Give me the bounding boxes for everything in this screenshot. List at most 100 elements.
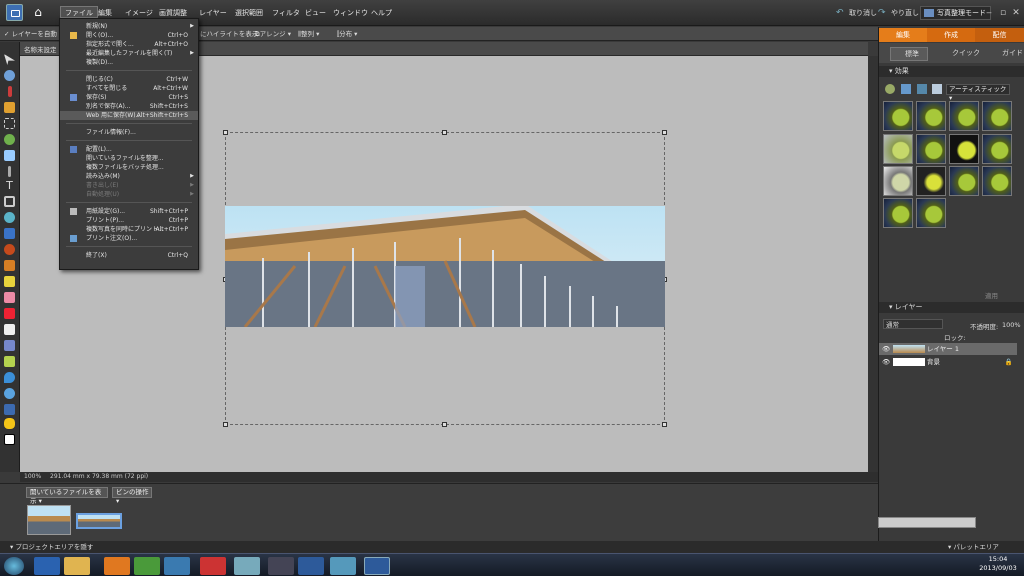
taskbar-clock[interactable]: 15:04 2013/09/03: [975, 555, 1021, 573]
app-icon[interactable]: [330, 557, 356, 575]
file-menu-item[interactable]: 別名で保存(A)... Shift+Ctrl+S: [60, 102, 198, 111]
file-menu-item[interactable]: 開いているファイルを整理...: [60, 154, 198, 163]
smart-brush-icon[interactable]: [4, 340, 15, 351]
subtab-full[interactable]: 標準: [890, 47, 928, 61]
distribute-button[interactable]: ⫿分布 ▾: [337, 29, 357, 39]
photo-effects-icon[interactable]: [917, 84, 927, 94]
tab-edit[interactable]: 編集: [879, 28, 927, 42]
itunes-icon[interactable]: [234, 557, 260, 575]
effect-thumbnail[interactable]: [883, 134, 913, 164]
undo-button[interactable]: ↶ 取り消し: [836, 7, 877, 19]
file-menu-item[interactable]: 保存(S) Ctrl+S: [60, 93, 198, 102]
effect-thumbnail[interactable]: [883, 166, 913, 196]
app-icon[interactable]: [200, 557, 226, 575]
file-menu-item[interactable]: 複数写真を同時にプリント... Alt+Ctrl+P: [60, 225, 198, 234]
zoom-tool-icon[interactable]: [4, 70, 15, 81]
hide-project-bin-button[interactable]: ▾ プロジェクトエリアを隠す: [0, 541, 878, 553]
menu-select[interactable]: 選択範囲: [231, 7, 267, 19]
organizer-button[interactable]: 写真整理モード: [920, 6, 991, 20]
menu-window[interactable]: ウィンドウ: [329, 7, 372, 19]
eraser-tool-icon[interactable]: [4, 292, 15, 303]
transform-handle[interactable]: [442, 130, 447, 135]
effect-thumbnail[interactable]: [883, 101, 913, 131]
move-tool-icon[interactable]: [4, 54, 15, 65]
foreground-color-swatch[interactable]: [4, 434, 15, 445]
all-effects-icon[interactable]: [932, 84, 942, 94]
ie-icon[interactable]: [34, 557, 60, 575]
menu-layer[interactable]: レイヤー: [195, 7, 231, 19]
file-menu-item[interactable]: Web 用に保存(W)... Alt+Shift+Ctrl+S: [60, 111, 198, 120]
align-button[interactable]: ⫼整列 ▾: [298, 29, 319, 39]
auto-select-checkbox[interactable]: ✓ レイヤーを自動: [4, 29, 57, 39]
photoshop-elements-icon[interactable]: [298, 557, 324, 575]
shape-tool-icon[interactable]: [4, 388, 15, 399]
quick-selection-tool-icon[interactable]: [4, 150, 15, 161]
project-thumbnail[interactable]: [27, 505, 71, 535]
restore-button[interactable]: ▫: [996, 7, 1010, 19]
file-menu-item[interactable]: 複製(D)...: [60, 58, 198, 67]
effect-thumbnail[interactable]: [949, 134, 979, 164]
photoshop-elements-editor-icon[interactable]: [364, 557, 390, 575]
palette-bin-toggle[interactable]: ▾ パレットエリア: [878, 541, 1024, 553]
lasso-tool-icon[interactable]: [4, 134, 15, 145]
file-menu-item[interactable]: 読み込み(M) ▶: [60, 172, 198, 181]
red-eye-removal-icon[interactable]: [4, 244, 15, 255]
file-menu-item[interactable]: 書き出し(E) ▶: [60, 181, 198, 190]
effect-thumbnail[interactable]: [982, 166, 1012, 196]
transform-handle[interactable]: [442, 422, 447, 427]
healing-brush-icon[interactable]: [4, 260, 15, 271]
file-menu-item[interactable]: プリント(P)... Ctrl+P: [60, 216, 198, 225]
file-menu-item[interactable]: 複数ファイルをバッチ処理...: [60, 163, 198, 172]
effect-thumbnail[interactable]: [883, 198, 913, 228]
file-menu-item[interactable]: 自動処理(U) ▶: [60, 190, 198, 199]
straighten-tool-icon[interactable]: [4, 228, 15, 239]
file-menu-item[interactable]: すべてを閉じる Alt+Ctrl+W: [60, 84, 198, 93]
layer-row[interactable]: 👁 背景 🔒: [879, 356, 1017, 368]
media-player-icon[interactable]: [104, 557, 130, 575]
effects-panel-header[interactable]: ▾ 効果: [879, 66, 1024, 77]
layer-row[interactable]: 👁 レイヤー 1: [879, 343, 1017, 355]
type-tool-icon[interactable]: T: [4, 180, 15, 191]
file-menu-item[interactable]: 用紙設定(G)... Shift+Ctrl+P: [60, 207, 198, 216]
file-menu-item[interactable]: プリント注文(O)...: [60, 234, 198, 243]
effect-thumbnail[interactable]: [916, 101, 946, 131]
menu-view[interactable]: ビュー: [301, 7, 330, 19]
show-highlight-checkbox[interactable]: にハイライトを表示: [200, 29, 258, 39]
home-icon[interactable]: ⌂: [30, 5, 46, 20]
app-icon[interactable]: [268, 557, 294, 575]
redo-button[interactable]: ↷ やり直し: [878, 7, 919, 19]
filters-icon[interactable]: [885, 84, 895, 94]
file-menu-item[interactable]: 開く(O)... Ctrl+O: [60, 31, 198, 40]
menu-filter[interactable]: フィルタ: [268, 7, 304, 19]
sponge-tool-icon[interactable]: [4, 418, 15, 429]
menu-file[interactable]: ファイル: [60, 6, 98, 18]
clone-stamp-icon[interactable]: [4, 276, 15, 287]
subtab-guided[interactable]: ガイド: [990, 47, 1023, 59]
transform-handle[interactable]: [223, 422, 228, 427]
effects-category-select[interactable]: アーティスティック ▾: [946, 84, 1010, 102]
tab-create[interactable]: 作成: [927, 28, 975, 42]
brush-tool-icon[interactable]: [4, 308, 15, 319]
file-menu-item[interactable]: 最近編集したファイルを開く(T) ▶: [60, 49, 198, 58]
blend-mode-select[interactable]: 通常: [883, 319, 943, 329]
subtab-quick[interactable]: クイック: [940, 47, 980, 59]
tab-share[interactable]: 配信: [975, 28, 1024, 42]
gradient-tool-icon[interactable]: [4, 356, 15, 367]
close-button[interactable]: ✕: [1009, 7, 1023, 19]
crop-tool-icon[interactable]: [4, 196, 15, 207]
apply-effect-button[interactable]: 適用: [985, 290, 998, 300]
effect-thumbnail[interactable]: [916, 166, 946, 196]
layer-styles-icon[interactable]: [901, 84, 911, 94]
effect-thumbnail[interactable]: [949, 166, 979, 196]
file-menu-item[interactable]: ファイル情報(F)...: [60, 128, 198, 137]
effect-thumbnail[interactable]: [949, 101, 979, 131]
arrange-button[interactable]: ⧉アレンジ ▾: [255, 29, 291, 39]
effect-thumbnail[interactable]: [916, 134, 946, 164]
eye-icon[interactable]: 👁: [882, 343, 890, 355]
menu-help[interactable]: ヘルプ: [367, 7, 396, 19]
cookie-cutter-tool-icon[interactable]: [4, 212, 15, 223]
file-menu-item[interactable]: 配置(L)...: [60, 145, 198, 154]
ime-language-bar[interactable]: [878, 517, 976, 528]
effect-thumbnail[interactable]: [982, 134, 1012, 164]
file-menu-item[interactable]: 指定形式で開く... Alt+Ctrl+O: [60, 40, 198, 49]
